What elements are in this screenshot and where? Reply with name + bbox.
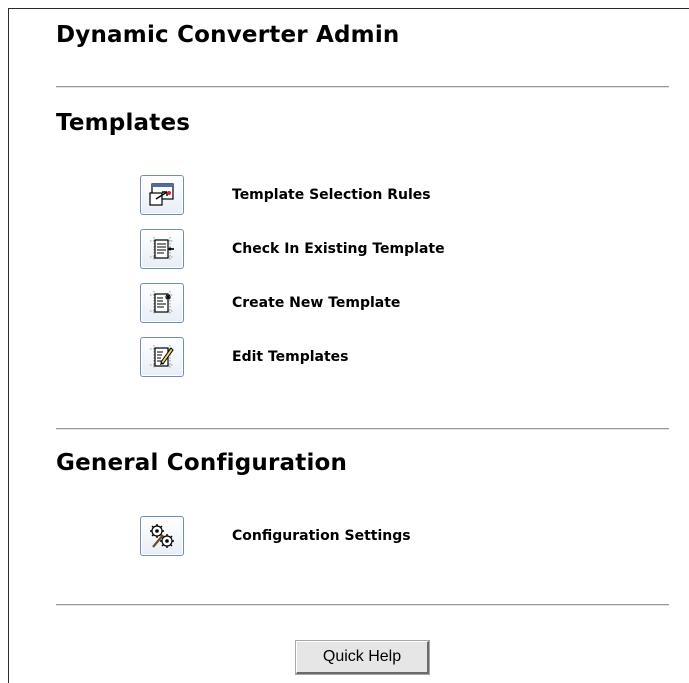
divider xyxy=(56,604,669,606)
page-title: Dynamic Converter Admin xyxy=(56,22,400,48)
menu-item-label[interactable]: Configuration Settings xyxy=(232,528,411,544)
menu-item-label[interactable]: Template Selection Rules xyxy=(232,187,431,203)
divider xyxy=(56,86,669,88)
templates-section-title: Templates xyxy=(56,110,191,136)
template-selection-icon[interactable] xyxy=(140,175,184,215)
menu-item-configuration-settings[interactable]: Configuration Settings xyxy=(140,516,411,556)
menu-item-edit-templates[interactable]: Edit Templates xyxy=(140,337,349,377)
menu-item-template-selection-rules[interactable]: Template Selection Rules xyxy=(140,175,431,215)
menu-item-create-new-template[interactable]: Create New Template xyxy=(140,283,400,323)
general-configuration-section-title: General Configuration xyxy=(56,450,348,476)
check-in-template-icon[interactable] xyxy=(140,229,184,269)
menu-item-check-in-existing-template[interactable]: Check In Existing Template xyxy=(140,229,445,269)
menu-item-label[interactable]: Check In Existing Template xyxy=(232,241,445,257)
configuration-settings-icon[interactable] xyxy=(140,516,184,556)
create-template-icon[interactable] xyxy=(140,283,184,323)
menu-item-label[interactable]: Edit Templates xyxy=(232,349,349,365)
quick-help-button[interactable]: Quick Help xyxy=(295,640,430,675)
divider xyxy=(56,428,669,430)
edit-templates-icon[interactable] xyxy=(140,337,184,377)
menu-item-label[interactable]: Create New Template xyxy=(232,295,400,311)
